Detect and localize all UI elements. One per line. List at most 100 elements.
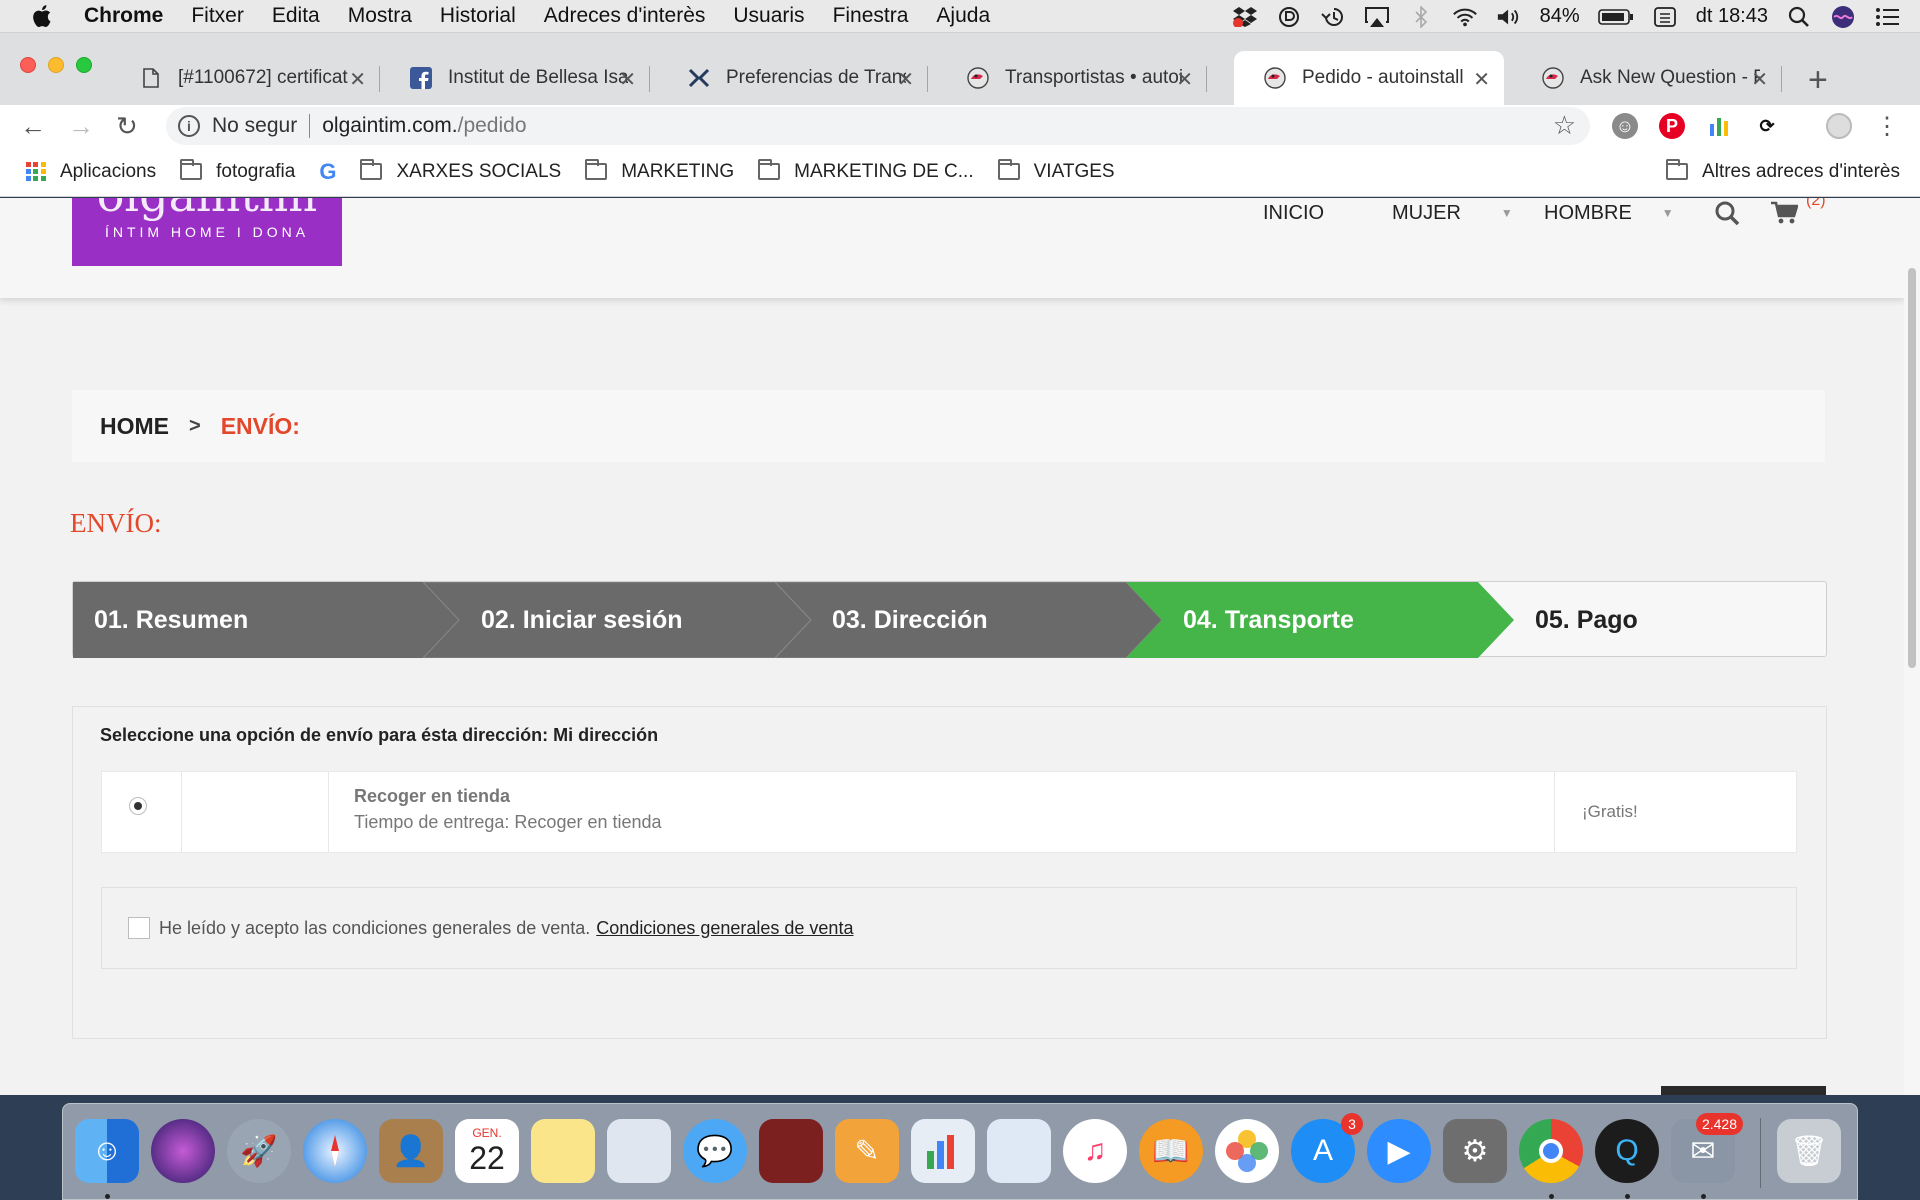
url-host[interactable]: olgaintim.com. — [322, 114, 457, 138]
tab-close-icon[interactable]: ✕ — [619, 67, 636, 92]
menu-edita[interactable]: Edita — [272, 4, 320, 28]
menu-mostra[interactable]: Mostra — [348, 4, 412, 28]
new-tab-button[interactable]: + — [1808, 61, 1828, 100]
menu-finestra[interactable]: Finestra — [833, 4, 909, 28]
bookmark-folder-xarxes[interactable]: XARXES SOCIALS — [360, 159, 561, 183]
window-close-button[interactable] — [20, 57, 36, 73]
bookmark-other-folder[interactable]: Altres adreces d'interès — [1666, 159, 1900, 183]
siri-icon[interactable] — [1830, 5, 1856, 28]
step-direccion[interactable]: 03. Dirección — [832, 582, 988, 658]
tab-close-icon[interactable]: ✕ — [1176, 67, 1193, 92]
photos-icon[interactable] — [1215, 1119, 1279, 1183]
step-iniciar-sesion[interactable]: 02. Iniciar sesión — [481, 582, 683, 658]
menu-fitxer[interactable]: Fitxer — [191, 4, 244, 28]
search-icon[interactable] — [1714, 198, 1740, 228]
dropbox-icon[interactable] — [1232, 6, 1258, 28]
time-machine-icon[interactable] — [1320, 6, 1346, 28]
nav-inicio[interactable]: INICIO — [1263, 198, 1324, 228]
site-logo[interactable]: olgaintim ÍNTIM HOME I DONA — [72, 198, 342, 266]
info-icon[interactable]: i — [178, 115, 200, 137]
notification-center-icon[interactable] — [1874, 6, 1900, 28]
mail-icon[interactable]: ✉ 2.428 — [1671, 1113, 1743, 1183]
keyboard-input-icon[interactable] — [1652, 6, 1678, 28]
bookmark-folder-marketing[interactable]: MARKETING — [585, 159, 734, 183]
launchpad-icon[interactable]: 🚀 — [227, 1119, 291, 1183]
window-zoom-button[interactable] — [76, 57, 92, 73]
bookmark-apps[interactable]: Aplicacions — [26, 161, 156, 183]
browser-tab-active[interactable]: Pedido - autoinstall ✕ — [1234, 51, 1504, 105]
pages-icon[interactable]: ✎ — [835, 1119, 899, 1183]
analytics-extension-icon[interactable] — [1706, 113, 1732, 139]
tab-close-icon[interactable]: ✕ — [1473, 67, 1490, 92]
bookmark-star-icon[interactable]: ☆ — [1553, 110, 1576, 141]
keynote-icon[interactable] — [987, 1119, 1051, 1183]
browser-tab[interactable]: Institut de Bellesa Isa ✕ — [380, 51, 650, 105]
menu-adreces[interactable]: Adreces d'interès — [544, 4, 706, 28]
preview-icon[interactable] — [607, 1119, 671, 1183]
step-pago[interactable]: 05. Pago — [1535, 582, 1638, 658]
carrier-row[interactable]: Recoger en tienda Tiempo de entrega: Rec… — [101, 771, 1797, 853]
bookmark-folder-marketing-c[interactable]: MARKETING DE C... — [758, 159, 974, 183]
chrome-icon[interactable] — [1519, 1119, 1583, 1183]
sync-extension-icon[interactable]: ⟳ — [1754, 113, 1780, 139]
system-preferences-icon[interactable]: ⚙ — [1443, 1119, 1507, 1183]
itunes-icon[interactable]: ♫ — [1063, 1119, 1127, 1183]
clock[interactable]: dt 18:43 — [1696, 5, 1768, 28]
bookmark-google[interactable]: G — [319, 159, 336, 185]
cart-count-badge[interactable]: (2) — [1806, 198, 1826, 210]
messages-icon[interactable]: 💬 — [683, 1119, 747, 1183]
cart-icon[interactable] — [1770, 198, 1798, 228]
siri-dock-icon[interactable] — [151, 1119, 215, 1183]
calendar-icon[interactable]: GEN. 22 — [455, 1119, 519, 1183]
bookmark-folder-fotografia[interactable]: fotografia — [180, 159, 295, 183]
extension-grey-icon[interactable]: ☺ — [1612, 113, 1638, 139]
scribe-icon[interactable] — [1276, 6, 1302, 28]
url-path[interactable]: /pedido — [458, 114, 527, 138]
scrollbar-thumb[interactable] — [1908, 268, 1916, 668]
menu-ajuda[interactable]: Ajuda — [936, 4, 990, 28]
spotlight-search-icon[interactable] — [1786, 6, 1812, 28]
step-transporte[interactable]: 04. Transporte — [1183, 582, 1354, 658]
nav-mujer[interactable]: MUJER ▼ — [1392, 198, 1513, 228]
volume-icon[interactable] — [1496, 6, 1522, 28]
profile-avatar[interactable] — [1826, 113, 1852, 139]
security-label[interactable]: No segur — [212, 114, 297, 138]
ibooks-icon[interactable]: 📖 — [1139, 1119, 1203, 1183]
tab-close-icon[interactable]: ✕ — [1751, 67, 1768, 92]
reload-icon[interactable]: ↻ — [116, 111, 138, 142]
nav-hombre[interactable]: HOMBRE ▼ — [1544, 198, 1674, 228]
address-bar[interactable]: i No segur olgaintim.com. /pedido ☆ — [166, 107, 1590, 145]
finder-icon[interactable]: ☺ — [75, 1119, 139, 1183]
photo-booth-icon[interactable] — [759, 1119, 823, 1183]
apple-icon[interactable] — [30, 3, 56, 29]
notes-icon[interactable] — [531, 1119, 595, 1183]
terms-checkbox[interactable] — [128, 917, 150, 939]
zoom-icon[interactable]: ▶ — [1367, 1119, 1431, 1183]
chrome-menu-icon[interactable]: ⋮ — [1874, 113, 1900, 140]
carrier-radio[interactable] — [129, 797, 147, 815]
trash-icon[interactable]: 🗑 — [1777, 1119, 1841, 1183]
tab-close-icon[interactable]: ✕ — [349, 67, 366, 92]
browser-tab[interactable]: [#1100672] certificat ✕ — [110, 51, 380, 105]
battery-icon[interactable] — [1597, 6, 1634, 28]
step-resumen[interactable]: 01. Resumen — [94, 582, 248, 658]
app-store-icon[interactable]: A3 — [1291, 1113, 1363, 1183]
safari-icon[interactable] — [303, 1119, 367, 1183]
quicktime-icon[interactable]: Q — [1595, 1119, 1659, 1183]
numbers-icon[interactable] — [911, 1119, 975, 1183]
tab-close-icon[interactable]: ✕ — [897, 67, 914, 92]
bookmark-folder-viatges[interactable]: VIATGES — [997, 159, 1115, 183]
carrier-radio-cell[interactable] — [102, 772, 182, 852]
page-scrollbar[interactable] — [1904, 198, 1920, 1095]
back-arrow-icon[interactable]: ← — [20, 111, 46, 142]
terms-link[interactable]: Condiciones generales de venta — [596, 918, 853, 939]
browser-tab[interactable]: Transportistas • autoi ✕ — [937, 51, 1207, 105]
airplay-icon[interactable] — [1364, 6, 1390, 28]
menu-historial[interactable]: Historial — [440, 4, 516, 28]
window-minimize-button[interactable] — [48, 57, 64, 73]
browser-tab[interactable]: Preferencias de Trans ✕ — [658, 51, 928, 105]
menu-chrome[interactable]: Chrome — [84, 4, 163, 28]
browser-tab[interactable]: Ask New Question - P ✕ — [1512, 51, 1782, 105]
forward-arrow-icon[interactable]: → — [68, 111, 94, 142]
pinterest-icon[interactable]: P — [1659, 113, 1685, 139]
